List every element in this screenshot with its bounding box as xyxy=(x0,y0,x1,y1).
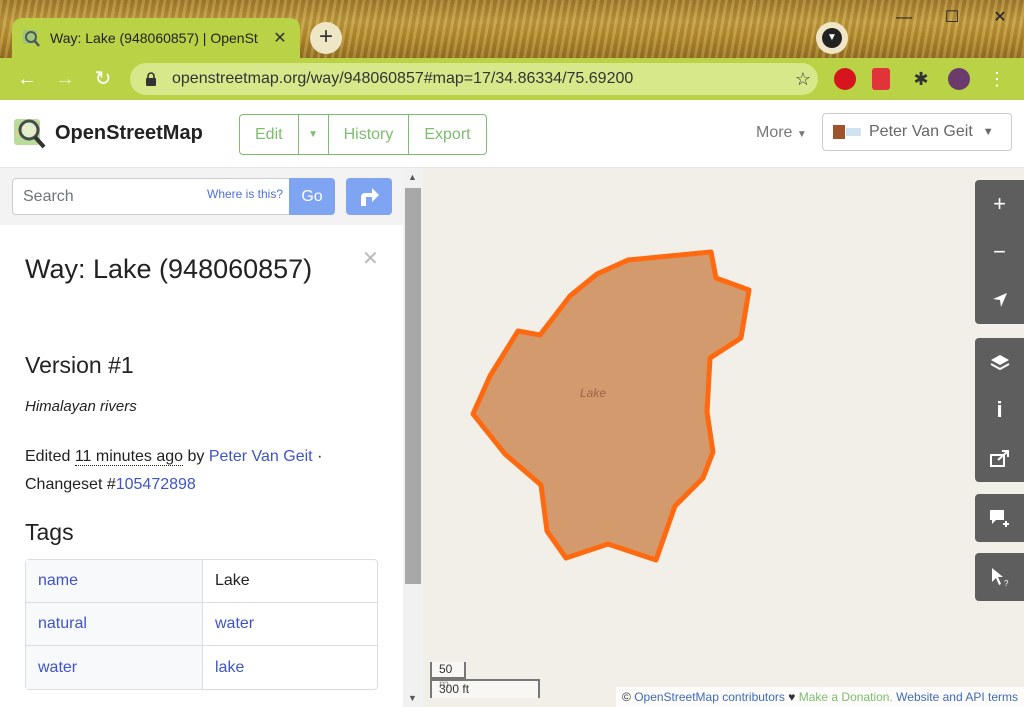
reload-icon[interactable]: ↻ xyxy=(90,66,116,92)
donate-link[interactable]: Make a Donation. xyxy=(799,690,893,704)
search-bar: Search Where is this? Go xyxy=(0,168,403,225)
feature-title: Way: Lake (948060857) xyxy=(25,254,313,284)
edit-info: Edited 11 minutes ago by Peter Van Geit … xyxy=(25,443,385,499)
scrollbar-thumb[interactable] xyxy=(405,188,421,584)
tag-value: Lake xyxy=(203,560,377,603)
sidebar-scrollbar[interactable]: ▲ ▼ xyxy=(403,168,423,707)
user-name: Peter Van Geit xyxy=(869,123,973,140)
tag-key-link[interactable]: name xyxy=(26,560,203,603)
puzzle-extensions-icon[interactable]: ✱ xyxy=(910,68,932,90)
tag-value-link[interactable]: lake xyxy=(203,646,377,689)
table-row: water lake xyxy=(26,646,377,689)
browser-tab-strip: Way: Lake (948060857) | OpenSt ✕ + ▼ — ☐… xyxy=(0,0,1024,62)
browser-menu-icon[interactable]: ⋮ xyxy=(986,68,1008,90)
directions-button[interactable] xyxy=(346,178,392,215)
bookmark-star-icon[interactable]: ☆ xyxy=(788,69,818,90)
extension-icon[interactable] xyxy=(872,68,890,90)
note-controls xyxy=(975,494,1024,542)
map-scale: 50 m 300 ft xyxy=(430,662,540,700)
browser-toolbar: ← → ↻ openstreetmap.org/way/948060857#ma… xyxy=(0,58,1024,100)
sidebar: Search Where is this? Go ✕ Way: Lake (94… xyxy=(0,168,403,707)
tags-heading: Tags xyxy=(25,519,74,545)
changeset-label: Changeset # xyxy=(25,476,116,493)
lock-icon xyxy=(146,72,156,86)
scale-imperial: 300 ft xyxy=(430,679,540,698)
browser-tab[interactable]: Way: Lake (948060857) | OpenSt ✕ xyxy=(12,18,300,58)
table-row: natural water xyxy=(26,603,377,646)
svg-text:?: ? xyxy=(1004,579,1009,587)
where-is-this-link[interactable]: Where is this? xyxy=(207,187,283,201)
tag-key-link[interactable]: water xyxy=(26,646,203,689)
editor-link[interactable]: Peter Van Geit xyxy=(209,448,313,465)
directions-icon xyxy=(361,187,379,206)
edited-by-label: by xyxy=(187,448,205,465)
more-menu[interactable]: More ▼ xyxy=(756,124,807,142)
map-view[interactable]: Lake + − i ? 50 m 300 ft © OpenStreetMap… xyxy=(423,168,1024,707)
tab-title: Way: Lake (948060857) | OpenSt xyxy=(50,30,258,46)
back-arrow-icon[interactable]: ← xyxy=(14,66,40,92)
minimize-icon[interactable]: — xyxy=(880,0,928,36)
website-terms-link[interactable]: Website and API terms xyxy=(896,690,1018,704)
add-note-icon[interactable] xyxy=(975,494,1024,542)
map-attribution: © OpenStreetMap contributors ♥ Make a Do… xyxy=(616,687,1024,707)
edited-prefix: Edited xyxy=(25,448,71,465)
maximize-icon[interactable]: ☐ xyxy=(928,0,976,36)
zoom-out-icon[interactable]: − xyxy=(975,228,1024,276)
tab-search-button[interactable]: ▼ xyxy=(816,22,848,54)
close-panel-icon[interactable]: ✕ xyxy=(362,246,379,271)
layers-icon[interactable] xyxy=(975,338,1024,386)
tags-table: name Lake natural water water lake xyxy=(25,559,378,690)
osm-logo-icon[interactable] xyxy=(12,116,46,150)
query-controls: ? xyxy=(975,553,1024,601)
brand-name[interactable]: OpenStreetMap xyxy=(55,122,203,145)
query-features-icon[interactable]: ? xyxy=(975,553,1024,601)
user-avatar xyxy=(833,125,861,139)
zoom-in-icon[interactable]: + xyxy=(975,180,1024,228)
info-icon[interactable]: i xyxy=(975,386,1024,434)
separator-dot: · xyxy=(317,448,323,465)
site-header: OpenStreetMap Edit ▼ History Export More… xyxy=(0,100,1024,168)
more-label: More xyxy=(756,124,793,141)
close-window-icon[interactable]: ✕ xyxy=(976,0,1024,36)
forward-arrow-icon[interactable]: → xyxy=(52,66,78,92)
export-button[interactable]: Export xyxy=(409,115,485,154)
changeset-comment: Himalayan rivers xyxy=(25,398,137,415)
tag-key-link[interactable]: natural xyxy=(26,603,203,646)
contributors-link[interactable]: OpenStreetMap contributors xyxy=(634,690,785,704)
table-row: name Lake xyxy=(26,560,377,603)
locate-icon[interactable] xyxy=(975,276,1024,324)
caret-down-icon: ▼ xyxy=(982,126,994,138)
tag-value-link[interactable]: water xyxy=(203,603,377,646)
scale-metric: 50 m xyxy=(430,662,466,691)
url-text: openstreetmap.org/way/948060857#map=17/3… xyxy=(172,70,634,87)
chevron-down-icon: ▼ xyxy=(822,28,842,48)
edited-time: 11 minutes ago xyxy=(74,448,184,466)
changeset-link[interactable]: 105472898 xyxy=(116,476,196,493)
osm-favicon-icon xyxy=(23,30,40,47)
lake-polygon[interactable] xyxy=(423,168,1024,707)
edit-button[interactable]: Edit xyxy=(240,115,299,154)
scroll-up-arrow-icon[interactable]: ▲ xyxy=(408,172,417,182)
scroll-down-arrow-icon[interactable]: ▼ xyxy=(408,693,417,703)
tab-close-icon[interactable]: ✕ xyxy=(270,28,290,48)
lake-map-label: Lake xyxy=(580,386,607,400)
profile-avatar[interactable] xyxy=(948,68,970,90)
new-tab-button[interactable]: + xyxy=(310,22,342,54)
history-button[interactable]: History xyxy=(329,115,410,154)
version-heading: Version #1 xyxy=(25,352,134,378)
go-button[interactable]: Go xyxy=(289,178,335,215)
window-controls: — ☐ ✕ xyxy=(880,0,1024,36)
map-tools: i xyxy=(975,338,1024,482)
share-icon[interactable] xyxy=(975,434,1024,482)
adblock-extension-icon[interactable] xyxy=(834,68,856,90)
zoom-controls: + − xyxy=(975,180,1024,324)
user-menu-button[interactable]: Peter Van Geit ▼ xyxy=(822,113,1012,151)
heart-icon: ♥ xyxy=(788,690,796,704)
copyright-symbol: © xyxy=(622,690,631,704)
edit-nav-group: Edit ▼ History Export xyxy=(239,114,487,155)
address-bar[interactable]: openstreetmap.org/way/948060857#map=17/3… xyxy=(130,63,818,95)
caret-down-icon: ▼ xyxy=(796,129,807,140)
edit-dropdown-caret-icon[interactable]: ▼ xyxy=(299,115,329,154)
